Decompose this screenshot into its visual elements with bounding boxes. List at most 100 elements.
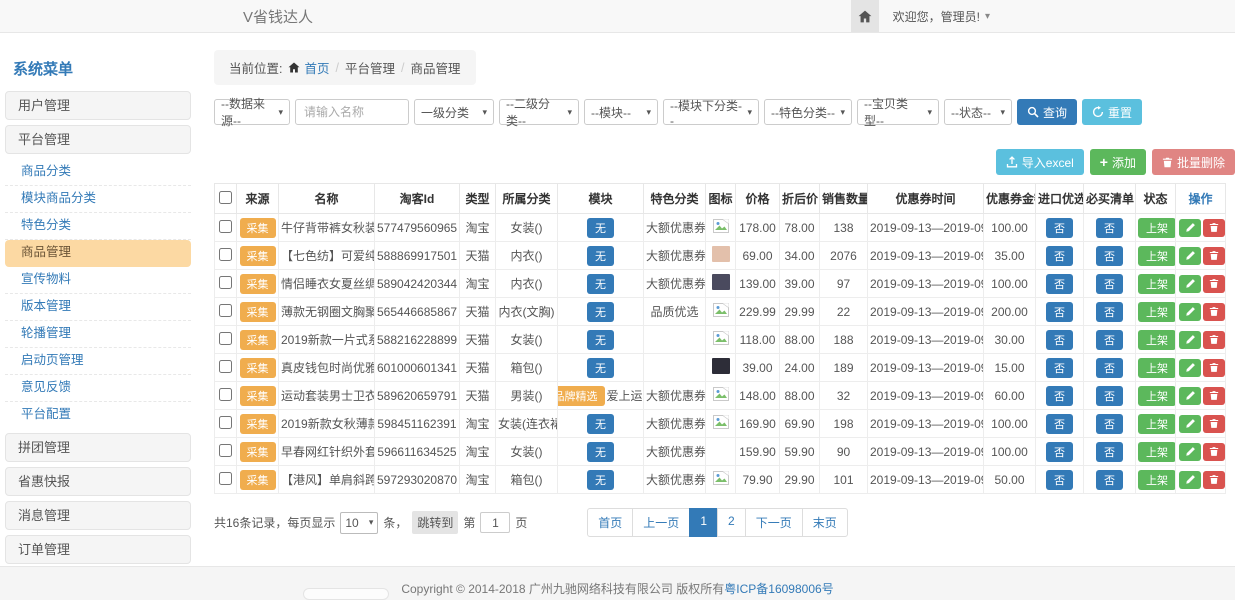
delete-button[interactable]	[1203, 387, 1225, 405]
jump-button[interactable]: 跳转到	[412, 511, 458, 534]
status-badge[interactable]: 上架	[1138, 386, 1176, 406]
import-excel-button[interactable]: 导入excel	[996, 149, 1084, 175]
category1-select[interactable]: 一级分类▾	[414, 99, 494, 125]
status-badge[interactable]: 上架	[1138, 274, 1176, 294]
jump-page-input[interactable]	[480, 512, 510, 533]
row-checkbox[interactable]	[219, 472, 232, 485]
edit-button[interactable]	[1179, 331, 1201, 349]
feature-select[interactable]: --特色分类--▾	[764, 99, 852, 125]
import-badge[interactable]: 否	[1046, 246, 1073, 266]
delete-button[interactable]	[1203, 471, 1225, 489]
status-badge[interactable]: 上架	[1138, 218, 1176, 238]
mustbuy-badge[interactable]: 否	[1096, 218, 1123, 238]
import-badge[interactable]: 否	[1046, 470, 1073, 490]
icp-link[interactable]: 粤ICP备16098006号	[724, 582, 833, 596]
import-badge[interactable]: 否	[1046, 330, 1073, 350]
status-badge[interactable]: 上架	[1138, 302, 1176, 322]
status-badge[interactable]: 上架	[1138, 246, 1176, 266]
breadcrumb-home-link[interactable]: 首页	[304, 58, 329, 77]
module-badge[interactable]: 无	[587, 330, 614, 350]
status-badge[interactable]: 上架	[1138, 442, 1176, 462]
status-badge[interactable]: 上架	[1138, 358, 1176, 378]
module-badge[interactable]: 无	[587, 470, 614, 490]
module-badge[interactable]: 无	[587, 218, 614, 238]
module-badge[interactable]: 无	[587, 358, 614, 378]
edit-button[interactable]	[1179, 303, 1201, 321]
module-badge[interactable]: 无	[587, 274, 614, 294]
module-badge[interactable]: 无	[587, 414, 614, 434]
sidebar-group[interactable]: 订单管理	[5, 535, 191, 564]
sidebar-item[interactable]: 意见反馈	[5, 375, 191, 402]
mustbuy-badge[interactable]: 否	[1096, 470, 1123, 490]
home-button[interactable]	[851, 0, 879, 32]
page-button[interactable]: 末页	[802, 508, 848, 537]
edit-button[interactable]	[1179, 471, 1201, 489]
import-badge[interactable]: 否	[1046, 386, 1073, 406]
delete-button[interactable]	[1203, 275, 1225, 293]
mustbuy-badge[interactable]: 否	[1096, 442, 1123, 462]
row-checkbox[interactable]	[219, 360, 232, 373]
delete-button[interactable]	[1203, 415, 1225, 433]
row-checkbox[interactable]	[219, 304, 232, 317]
sidebar-item[interactable]: 特色分类	[5, 213, 191, 240]
row-checkbox[interactable]	[219, 444, 232, 457]
mustbuy-badge[interactable]: 否	[1096, 302, 1123, 322]
row-checkbox[interactable]	[219, 388, 232, 401]
edit-button[interactable]	[1179, 415, 1201, 433]
module-badge[interactable]: 品牌精选	[558, 386, 605, 406]
sidebar-group[interactable]: 用户管理	[5, 91, 191, 120]
status-select[interactable]: --状态--▾	[944, 99, 1012, 125]
query-button[interactable]: 查询	[1017, 99, 1077, 125]
sidebar-item[interactable]: 启动页管理	[5, 348, 191, 375]
page-button[interactable]: 1	[689, 508, 718, 537]
delete-button[interactable]	[1203, 443, 1225, 461]
import-badge[interactable]: 否	[1046, 274, 1073, 294]
edit-button[interactable]	[1179, 387, 1201, 405]
import-badge[interactable]: 否	[1046, 442, 1073, 462]
import-badge[interactable]: 否	[1046, 218, 1073, 238]
import-badge[interactable]: 否	[1046, 358, 1073, 378]
row-checkbox[interactable]	[219, 332, 232, 345]
delete-button[interactable]	[1203, 219, 1225, 237]
sidebar-item[interactable]: 轮播管理	[5, 321, 191, 348]
module-badge[interactable]: 无	[587, 442, 614, 462]
status-badge[interactable]: 上架	[1138, 470, 1176, 490]
per-page-select[interactable]: 10 ▾	[340, 512, 378, 534]
page-button[interactable]: 下一页	[745, 508, 803, 537]
name-input[interactable]	[295, 99, 409, 125]
mustbuy-badge[interactable]: 否	[1096, 274, 1123, 294]
delete-button[interactable]	[1203, 331, 1225, 349]
sidebar-item[interactable]: 宣传物料	[5, 267, 191, 294]
data-source-select[interactable]: --数据来源--▾	[214, 99, 290, 125]
reset-button[interactable]: 重置	[1082, 99, 1142, 125]
mustbuy-badge[interactable]: 否	[1096, 330, 1123, 350]
module-select[interactable]: --模块--▾	[584, 99, 658, 125]
row-checkbox[interactable]	[219, 276, 232, 289]
edit-button[interactable]	[1179, 247, 1201, 265]
item-type-select[interactable]: --宝贝类型--▾	[857, 99, 939, 125]
page-button[interactable]: 首页	[587, 508, 633, 537]
mustbuy-badge[interactable]: 否	[1096, 246, 1123, 266]
user-menu[interactable]: 欢迎您，管理员! ▾	[893, 8, 990, 25]
import-badge[interactable]: 否	[1046, 414, 1073, 434]
select-all-checkbox[interactable]	[219, 191, 232, 204]
category2-select[interactable]: --二级分类--▾	[499, 99, 579, 125]
delete-button[interactable]	[1203, 303, 1225, 321]
sidebar-group[interactable]: 消息管理	[5, 501, 191, 530]
mustbuy-badge[interactable]: 否	[1096, 358, 1123, 378]
delete-button[interactable]	[1203, 359, 1225, 377]
row-checkbox[interactable]	[219, 416, 232, 429]
sidebar-group[interactable]: 平台管理	[5, 125, 191, 154]
sidebar-group[interactable]: 拼团管理	[5, 433, 191, 462]
edit-button[interactable]	[1179, 275, 1201, 293]
add-button[interactable]: + 添加	[1090, 149, 1146, 175]
row-checkbox[interactable]	[219, 248, 232, 261]
mustbuy-badge[interactable]: 否	[1096, 386, 1123, 406]
page-button[interactable]: 2	[717, 508, 746, 537]
status-badge[interactable]: 上架	[1138, 330, 1176, 350]
edit-button[interactable]	[1179, 443, 1201, 461]
edit-button[interactable]	[1179, 359, 1201, 377]
sidebar-item[interactable]: 商品分类	[5, 159, 191, 186]
module-badge[interactable]: 无	[587, 246, 614, 266]
edit-button[interactable]	[1179, 219, 1201, 237]
